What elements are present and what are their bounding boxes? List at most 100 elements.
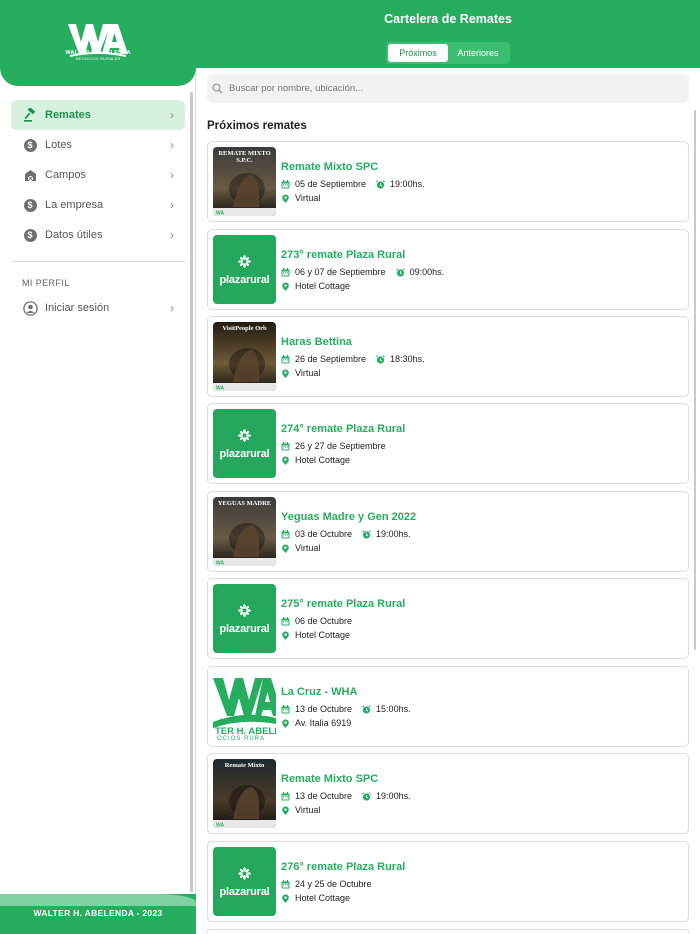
auction-poster-image: WA — [213, 348, 276, 392]
dollar-coin-icon: $ — [22, 197, 38, 213]
sidebar-item-campos[interactable]: Campos › — [11, 160, 185, 190]
location-pin-icon — [281, 282, 295, 291]
auction-card[interactable]: WA VisitPeople Orb Haras Bettina 26 de Sept… — [207, 316, 689, 397]
list-scrollbar[interactable] — [694, 110, 696, 650]
svg-text:WA: WA — [216, 561, 224, 567]
auction-title: 276° remate Plaza Rural — [281, 861, 406, 873]
logo-tagline: NEGOCIOS RURALES — [75, 56, 121, 61]
auction-thumbnail: plazarural — [213, 235, 276, 304]
auction-card[interactable]: WA Remate Mixto Remate Mixto SPC 13 de Octu… — [207, 753, 689, 834]
auction-thumbnail: plazarural — [213, 847, 276, 916]
search-icon — [212, 83, 223, 94]
auction-thumbnail: WA VisitPeople Orb — [213, 322, 276, 391]
calendar-icon — [281, 791, 295, 801]
login-item[interactable]: Iniciar sesión › — [11, 293, 185, 323]
segmented-control: Próximos Anteriores — [386, 42, 510, 64]
location-pin-icon — [281, 894, 295, 903]
tab-anteriores[interactable]: Anteriores — [448, 44, 508, 62]
auction-date-row: 06 de Octubre — [281, 616, 352, 626]
poster-title-text: REMATE MIXTO S.P.C. — [218, 150, 271, 164]
auction-location-row: Hotel Cottage — [281, 630, 350, 640]
dollar-coin-icon: $ — [22, 227, 38, 243]
location-pin-icon — [281, 456, 295, 465]
plazarural-brand-text: plazarural — [219, 448, 270, 460]
auction-thumbnail: WA YEGUAS MADRE — [213, 497, 276, 566]
auction-card[interactable]: WA REMATE MIXTO S.P.C. Remate Mixto SPC 05 … — [207, 141, 689, 222]
auction-time: 19:00hs. — [376, 791, 411, 801]
auction-date: 13 de Octubre — [295, 704, 353, 714]
auction-card-partial[interactable] — [207, 929, 689, 934]
footer-wave-decoration — [0, 894, 196, 906]
calendar-icon — [281, 354, 295, 364]
auction-date: 05 de Septiembre — [295, 179, 367, 189]
auction-date-row: 05 de Septiembre 19:00hs. — [281, 179, 425, 189]
auction-location: Virtual — [295, 543, 321, 553]
auction-time: 18:30hs. — [390, 354, 425, 364]
auction-title: La Cruz - WHA — [281, 686, 358, 698]
auction-location: Av. Italia 6919 — [295, 718, 352, 728]
poster-title-text: Remate Mixto — [224, 762, 265, 769]
svg-text:WA: WA — [216, 386, 224, 392]
sidebar-item-datos-utiles[interactable]: $ Datos útiles › — [11, 220, 185, 250]
search-bar[interactable] — [207, 74, 689, 103]
auction-location-row: Hotel Cottage — [281, 281, 350, 291]
auction-date: 26 y 27 de Septiembre — [295, 441, 386, 451]
footer-copyright: WALTER H. ABELENDA - 2023 — [33, 908, 163, 918]
alarm-clock-icon — [362, 529, 376, 539]
logo-subtitle: WALTER H. ABELENDA NEGOCIOS RURALES — [56, 50, 140, 62]
auction-location-row: Av. Italia 6919 — [281, 718, 351, 728]
plazarural-brand-text: plazarural — [219, 274, 270, 286]
auction-date: 06 y 07 de Septiembre — [295, 267, 386, 277]
auction-card[interactable]: plazarural 276° remate Plaza Rural 24 y 25… — [207, 841, 689, 922]
auction-date: 24 y 25 de Octubre — [295, 879, 372, 889]
auction-time-group: 18:30hs. — [376, 354, 425, 364]
auction-time: 09:00hs. — [409, 267, 445, 277]
alarm-clock-icon — [362, 791, 376, 801]
sidebar-scrollbar[interactable] — [190, 92, 193, 892]
auction-title: 273° remate Plaza Rural — [281, 249, 406, 261]
sidebar-item-label: Campos — [45, 169, 86, 181]
auction-date-row: 13 de Octubre 19:00hs. — [281, 791, 411, 801]
sidebar-nav: Remates › $ Lotes › Campos › $ La empres… — [11, 100, 185, 250]
auction-title: 274° remate Plaza Rural — [281, 423, 406, 435]
barn-icon — [22, 167, 38, 183]
sidebar-divider — [11, 261, 185, 262]
auction-card[interactable]: plazarural 273° remate Plaza Rural 06 y 07… — [207, 229, 689, 310]
auction-time: 19:00hs. — [376, 529, 411, 539]
plazarural-flower-icon — [238, 867, 251, 880]
auction-title: Remate Mixto SPC — [281, 161, 379, 173]
alarm-clock-icon — [395, 267, 410, 277]
location-pin-icon — [281, 194, 295, 203]
tab-proximos[interactable]: Próximos — [388, 44, 448, 62]
auction-location-row: Virtual — [281, 368, 320, 378]
auction-card[interactable]: plazarural 274° remate Plaza Rural 26 y 27… — [207, 403, 689, 484]
chevron-right-icon: › — [170, 108, 174, 122]
sidebar: WALTER H. ABELENDA NEGOCIOS RURALES Rema… — [0, 0, 196, 934]
list-heading: Próximos remates — [207, 120, 307, 132]
auction-location: Hotel Cottage — [295, 893, 351, 903]
user-circle-icon — [22, 300, 38, 316]
search-input[interactable] — [229, 83, 669, 94]
location-pin-icon — [281, 369, 295, 378]
auction-location: Hotel Cottage — [295, 281, 351, 291]
auction-thumbnail: plazarural — [213, 584, 276, 653]
svg-text:WA: WA — [216, 211, 224, 217]
poster-title-text: VisitPeople Orb — [222, 325, 267, 332]
auction-thumbnail: TER H. ABELE OCIOS RURA — [213, 672, 276, 741]
sidebar-item-lotes[interactable]: $ Lotes › — [11, 130, 185, 160]
chevron-right-icon: › — [170, 301, 174, 315]
auction-date-row: 24 y 25 de Octubre — [281, 879, 372, 889]
auction-date: 26 de Septiembre — [295, 354, 367, 364]
auction-location-row: Hotel Cottage — [281, 893, 350, 903]
sidebar-item-remates[interactable]: Remates › — [11, 100, 185, 130]
auction-location: Virtual — [295, 368, 321, 378]
auction-date-row: 13 de Octubre 15:00hs. — [281, 704, 411, 714]
calendar-icon — [281, 704, 295, 714]
svg-text:OCIOS RURA: OCIOS RURA — [217, 736, 265, 741]
auction-location: Virtual — [295, 193, 321, 203]
profile-nav: Iniciar sesión › — [11, 293, 185, 323]
auction-card[interactable]: WA YEGUAS MADRE Yeguas Madre y Gen 2022 03 … — [207, 491, 689, 572]
auction-card[interactable]: plazarural 275° remate Plaza Rural 06 de O… — [207, 578, 689, 659]
sidebar-item-la-empresa[interactable]: $ La empresa › — [11, 190, 185, 220]
auction-card[interactable]: TER H. ABELE OCIOS RURA La Cruz - WHA 13 de… — [207, 666, 689, 747]
